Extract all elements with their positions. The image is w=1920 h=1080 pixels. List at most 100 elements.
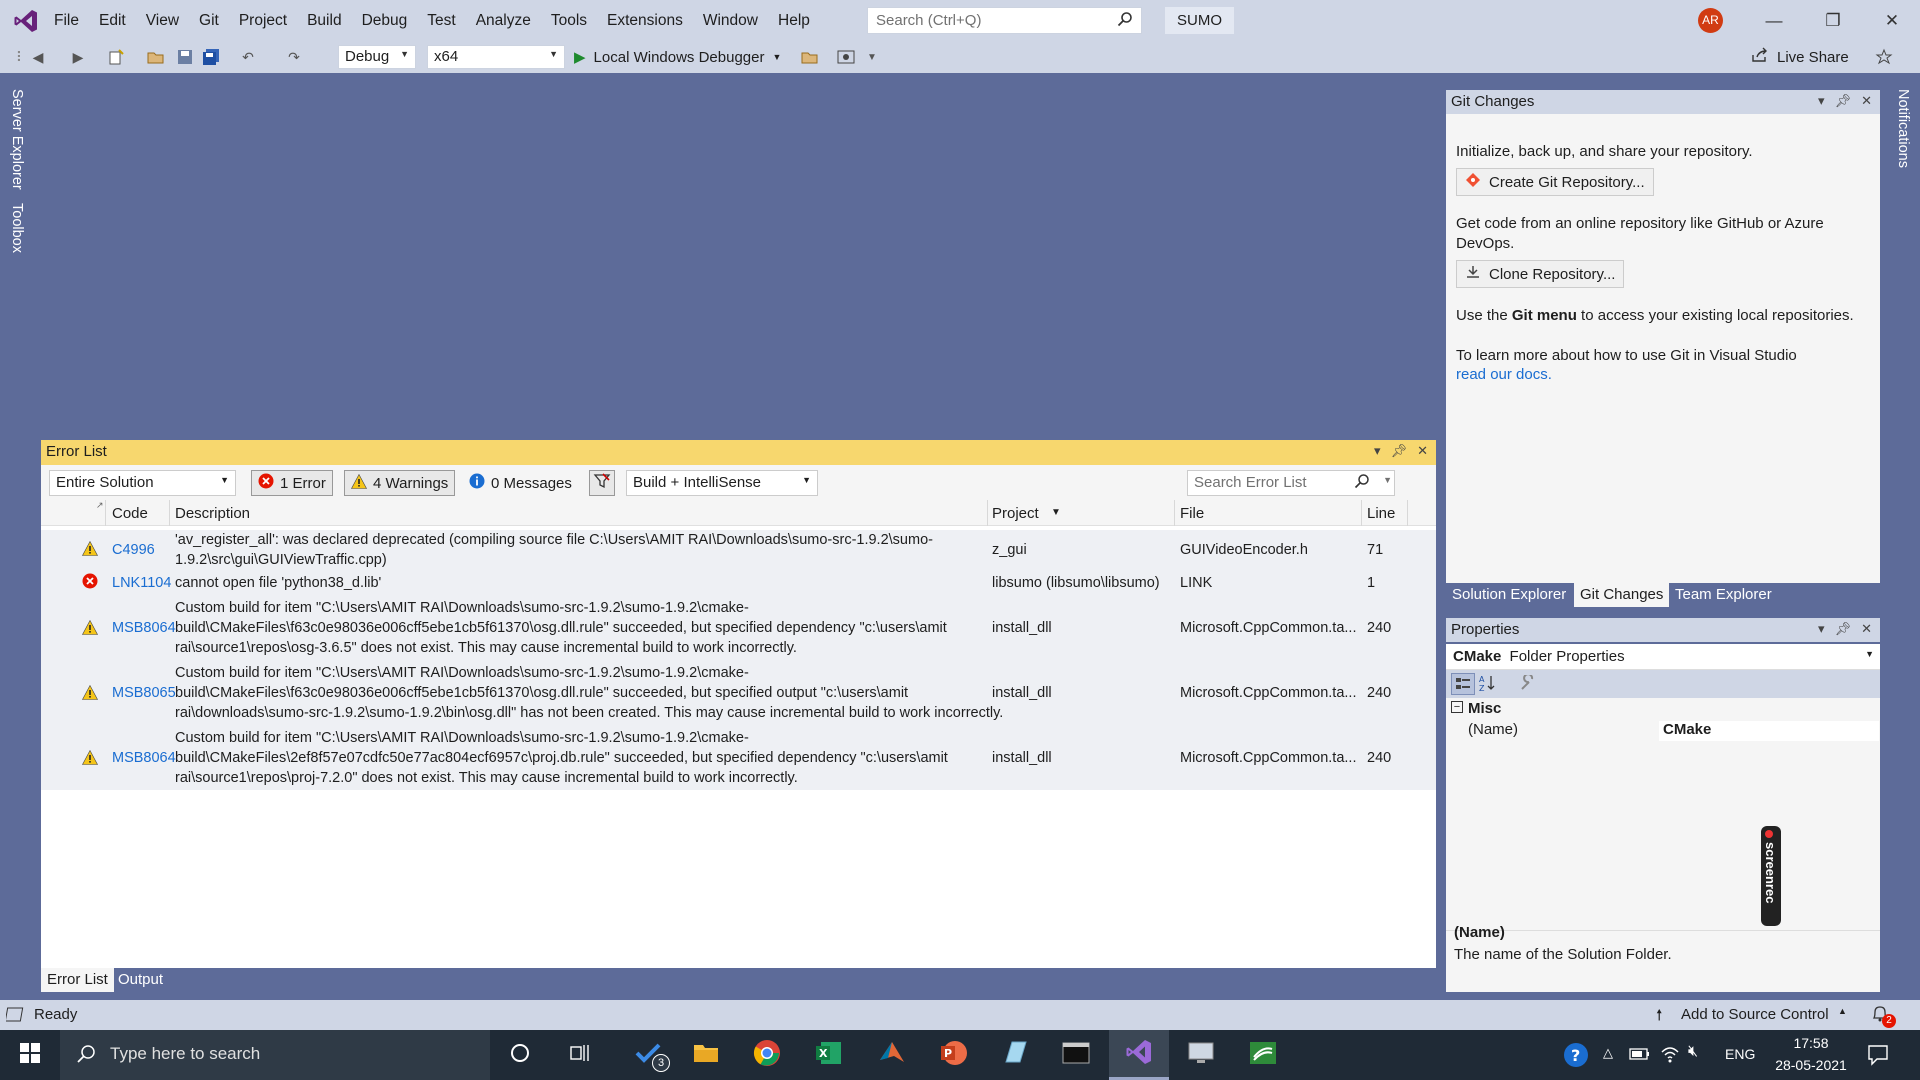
feedback-icon[interactable] [1874, 47, 1894, 67]
error-code-link[interactable]: C4996 [112, 540, 155, 560]
errors-filter-button[interactable]: 1 Error [251, 470, 333, 496]
window-position-icon[interactable]: ▾ [1818, 621, 1825, 637]
tab-output[interactable]: Output [112, 968, 169, 992]
column-header-line[interactable]: Line [1367, 505, 1395, 522]
column-chooser-icon[interactable]: ↗ [96, 500, 104, 511]
column-header-file[interactable]: File [1180, 505, 1204, 522]
battery-icon[interactable] [1629, 1046, 1651, 1066]
menu-window[interactable]: Window [693, 0, 768, 41]
close-icon[interactable]: ✕ [1861, 621, 1872, 637]
folder-view-icon[interactable] [800, 47, 820, 67]
properties-object-selector[interactable]: CMake Folder Properties ▼ [1446, 644, 1880, 670]
cortana-button[interactable] [490, 1030, 550, 1080]
menu-test[interactable]: Test [417, 0, 465, 41]
toolbox-tab[interactable]: Toolbox [9, 203, 25, 253]
navigate-forward-icon[interactable]: ▶ [68, 47, 88, 67]
window-position-icon[interactable]: ▾ [1818, 93, 1825, 109]
menu-file[interactable]: File [52, 0, 89, 41]
add-to-source-control-button[interactable]: Add to Source Control [1681, 1006, 1829, 1023]
column-header-description[interactable]: Description [175, 505, 250, 522]
categorized-icon[interactable] [1451, 673, 1475, 695]
property-pages-icon[interactable] [1519, 673, 1537, 695]
configuration-dropdown[interactable]: Debug ▼ [338, 45, 416, 69]
tab-git-changes[interactable]: Git Changes [1574, 583, 1670, 607]
menu-project[interactable]: Project [229, 0, 297, 41]
new-project-icon[interactable] [106, 47, 126, 67]
notifications-tab[interactable]: Notifications [1895, 89, 1911, 168]
visual-studio-logo-icon[interactable] [0, 0, 52, 41]
action-center-icon[interactable] [1867, 1044, 1889, 1070]
live-share-button[interactable]: Live Share [1751, 46, 1849, 68]
save-all-icon[interactable] [201, 47, 221, 67]
start-button[interactable] [0, 1030, 60, 1080]
error-row[interactable]: LNK1104 cannot open file 'python38_d.lib… [41, 570, 1436, 596]
file-explorer-button[interactable] [676, 1030, 736, 1080]
tab-team-explorer[interactable]: Team Explorer [1669, 583, 1778, 607]
menu-build[interactable]: Build [297, 0, 351, 41]
wifi-icon[interactable] [1660, 1044, 1680, 1068]
start-debugging-button[interactable]: ▶ Local Windows Debugger ▼ [574, 46, 781, 68]
clock-time[interactable]: 17:58 [1771, 1035, 1851, 1051]
menu-help[interactable]: Help [768, 0, 820, 41]
clock-date[interactable]: 28-05-2021 [1771, 1057, 1851, 1073]
chrome-button[interactable] [737, 1030, 797, 1080]
menu-analyze[interactable]: Analyze [466, 0, 541, 41]
user-avatar[interactable]: AR [1698, 8, 1723, 33]
input-language[interactable]: ENG [1725, 1046, 1755, 1062]
column-header-project[interactable]: Project [992, 505, 1039, 522]
error-row[interactable]: MSB8065 Custom build for item "C:\Users\… [41, 660, 1436, 725]
filter-toggle-button[interactable] [589, 470, 615, 496]
read-docs-link[interactable]: read our docs. [1456, 366, 1552, 383]
minimize-button[interactable]: — [1748, 0, 1800, 41]
property-row-name[interactable]: (Name) CMake [1446, 721, 1880, 741]
close-icon[interactable]: ✕ [1417, 443, 1428, 459]
todo-app-button[interactable]: 3 [618, 1030, 678, 1080]
menu-debug[interactable]: Debug [352, 0, 418, 41]
pin-icon[interactable]: 📌︎ [1835, 93, 1852, 109]
menu-edit[interactable]: Edit [89, 0, 136, 41]
quick-search-input[interactable]: Search (Ctrl+Q) [867, 7, 1142, 34]
error-code-link[interactable]: MSB8064 [112, 748, 176, 768]
menu-view[interactable]: View [136, 0, 189, 41]
error-row[interactable]: MSB8064 Custom build for item "C:\Users\… [41, 725, 1436, 790]
visual-studio-taskbar-button[interactable] [1109, 1030, 1169, 1080]
pin-icon[interactable]: 📌︎ [1391, 443, 1408, 459]
create-git-repository-button[interactable]: Create Git Repository... [1456, 168, 1654, 196]
taskbar-search-box[interactable]: Type here to search [60, 1030, 490, 1080]
pin-icon[interactable]: 📌︎ [1835, 621, 1852, 637]
property-value[interactable]: CMake [1659, 721, 1879, 741]
close-window-button[interactable]: ✕ [1866, 0, 1918, 41]
sumo-app-button[interactable] [1233, 1030, 1293, 1080]
undo-icon[interactable]: ↶ [238, 47, 258, 67]
terminal-button[interactable] [1046, 1030, 1106, 1080]
powerpoint-button[interactable]: P [924, 1030, 984, 1080]
server-explorer-tab[interactable]: Server Explorer [9, 89, 25, 190]
scope-dropdown[interactable]: Entire Solution ▼ [49, 470, 236, 496]
collapse-icon[interactable]: − [1451, 701, 1463, 713]
close-icon[interactable]: ✕ [1861, 93, 1872, 109]
help-icon[interactable]: ? [1563, 1042, 1589, 1072]
search-error-list-input[interactable]: Search Error List ▼ [1187, 470, 1395, 496]
tab-solution-explorer[interactable]: Solution Explorer [1446, 583, 1572, 607]
notepad-button[interactable] [985, 1030, 1045, 1080]
messages-filter-button[interactable]: 0 Messages [462, 470, 579, 496]
menu-git[interactable]: Git [189, 0, 229, 41]
platform-dropdown[interactable]: x64 ▼ [427, 45, 565, 69]
error-row[interactable]: C4996 'av_register_all': was declared de… [41, 530, 1436, 570]
show-hidden-icons-icon[interactable]: △ [1603, 1045, 1613, 1061]
navigate-back-icon[interactable]: ◀ [28, 47, 48, 67]
error-code-link[interactable]: LNK1104 [112, 573, 171, 593]
window-position-icon[interactable]: ▾ [1374, 443, 1381, 459]
restore-button[interactable]: ❐ [1807, 0, 1859, 41]
menu-extensions[interactable]: Extensions [597, 0, 693, 41]
error-row[interactable]: MSB8064 Custom build for item "C:\Users\… [41, 596, 1436, 660]
open-file-icon[interactable] [146, 47, 166, 67]
redo-icon[interactable]: ↷ [284, 47, 304, 67]
clone-repository-button[interactable]: Clone Repository... [1456, 260, 1625, 288]
column-header-code[interactable]: Code [112, 505, 148, 522]
matlab-button[interactable] [862, 1030, 922, 1080]
excel-button[interactable]: X [799, 1030, 859, 1080]
screenshot-icon[interactable] [836, 47, 856, 67]
warnings-filter-button[interactable]: 4 Warnings [344, 470, 456, 496]
alphabetical-icon[interactable]: AZ [1479, 674, 1497, 696]
